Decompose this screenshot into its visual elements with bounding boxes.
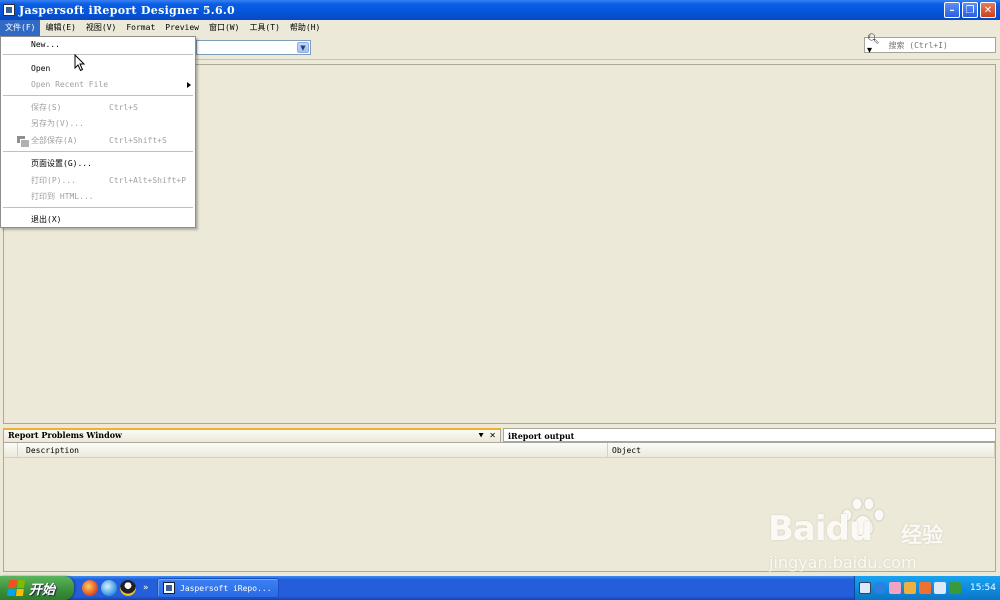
tab-controls: ⯆ ✕: [478, 430, 496, 441]
keyboard-icon[interactable]: [859, 582, 871, 594]
menu-item-label: New...: [31, 40, 60, 49]
speaker-icon[interactable]: [934, 582, 946, 594]
submenu-arrow-icon: [187, 82, 191, 88]
mouse-cursor-icon: [74, 54, 86, 72]
menu-format[interactable]: Format: [121, 20, 160, 36]
menu-edit[interactable]: 编辑(E): [40, 20, 80, 36]
taskbar-window-button[interactable]: Jaspersoft iRepo...: [157, 578, 279, 598]
mail-icon[interactable]: [904, 582, 916, 594]
window-controls: – ❐ ✕: [944, 2, 996, 18]
chevron-right-icon[interactable]: »: [143, 583, 149, 593]
menu-item-shortcut: Ctrl+Alt+Shift+P: [109, 176, 187, 185]
menu-tools[interactable]: 工具(T): [244, 20, 284, 36]
menu-item-label: 全部保存(A): [31, 136, 78, 145]
tab-report-problems-label: Report Problems Window: [8, 430, 122, 440]
column-object[interactable]: Object: [608, 443, 995, 457]
menu-item-label: 打印到 HTML...: [31, 192, 94, 201]
menu-preview[interactable]: Preview: [160, 20, 204, 36]
menu-separator: [3, 54, 193, 55]
menu-separator: [3, 207, 193, 208]
table-header-blank: [4, 443, 18, 457]
chevron-down-icon[interactable]: ▼: [297, 42, 309, 53]
window-title: Jaspersoft iReport Designer 5.6.0: [19, 3, 235, 17]
problems-table-header: Description Object: [4, 443, 995, 458]
bottom-panel-tabs: Report Problems Window ⯆ ✕ iReport outpu…: [3, 428, 996, 442]
menu-item-save-all[interactable]: 全部保存(A) Ctrl+Shift+S: [1, 133, 195, 149]
search-box[interactable]: 🔍︎▾: [864, 34, 996, 56]
ie-browser-icon[interactable]: [101, 580, 117, 596]
menu-item-open[interactable]: Open: [1, 61, 195, 77]
flower-icon[interactable]: [889, 582, 901, 594]
menu-separator: [3, 95, 193, 96]
close-button[interactable]: ✕: [980, 2, 996, 18]
menu-item-label: 打印(P)...: [31, 176, 76, 185]
save-all-icon: [17, 136, 30, 148]
qq-icon[interactable]: [120, 580, 136, 596]
tab-report-problems[interactable]: Report Problems Window ⯆ ✕: [3, 428, 501, 442]
watermark-url: jingyan.baidu.com: [769, 553, 917, 572]
taskbar-window-label: Jaspersoft iRepo...: [180, 583, 272, 593]
menu-file[interactable]: 文件(F): [0, 20, 41, 36]
title-bar[interactable]: Jaspersoft iReport Designer 5.6.0 – ❐ ✕: [0, 0, 1000, 20]
menu-item-print-html[interactable]: 打印到 HTML...: [1, 189, 195, 205]
start-button[interactable]: 开始: [0, 576, 74, 600]
menu-item-print[interactable]: 打印(P)... Ctrl+Alt+Shift+P: [1, 173, 195, 189]
menu-view[interactable]: 视图(V): [81, 20, 121, 36]
menu-item-label: 退出(X): [31, 215, 62, 224]
search-input[interactable]: [888, 40, 995, 50]
minimize-button[interactable]: –: [944, 2, 960, 18]
menu-item-shortcut: Ctrl+Shift+S: [109, 136, 167, 145]
file-menu-dropdown: New... Open Open Recent File 保存(S) Ctrl+…: [0, 36, 196, 228]
menu-item-label: Open: [31, 64, 51, 73]
dropdown-icon[interactable]: ⯆: [478, 430, 484, 441]
watermark-cn: 经验: [901, 523, 943, 547]
menu-item-new[interactable]: New...: [1, 37, 195, 53]
firefox-icon[interactable]: [82, 580, 98, 596]
menu-item-open-recent[interactable]: Open Recent File: [1, 77, 195, 93]
menu-bar: 文件(F) 编辑(E) 视图(V) Format Preview 窗口(W) 工…: [0, 20, 1000, 36]
menu-help[interactable]: 帮助(H): [285, 20, 325, 36]
back-arrow-icon[interactable]: [874, 582, 886, 594]
menu-item-label: Open Recent File: [31, 80, 109, 89]
menu-item-page-setup[interactable]: 页面设置(G)...: [1, 156, 195, 172]
menu-item-label: 另存为(V)...: [31, 119, 84, 128]
app-icon[interactable]: [3, 4, 15, 16]
menu-item-label: 保存(S): [31, 103, 62, 112]
restore-button[interactable]: ❐: [962, 2, 978, 18]
start-label: 开始: [29, 582, 56, 598]
menu-window[interactable]: 窗口(W): [204, 20, 244, 36]
menu-item-save[interactable]: 保存(S) Ctrl+S: [1, 100, 195, 116]
toolbar-combo[interactable]: ▼: [196, 40, 311, 55]
menu-item-save-as[interactable]: 另存为(V)...: [1, 116, 195, 132]
windows-logo-icon: [6, 580, 26, 596]
security-icon[interactable]: [919, 582, 931, 594]
menu-separator: [3, 151, 193, 152]
close-tab-icon[interactable]: ✕: [489, 430, 496, 441]
system-tray: 15:54: [854, 576, 1000, 600]
app-icon: [163, 582, 175, 594]
taskbar: 开始 » Jaspersoft iRepo... 15:54: [0, 576, 1000, 600]
quick-launch: »: [82, 580, 149, 596]
column-description[interactable]: Description: [18, 443, 608, 457]
shield-icon[interactable]: [949, 582, 961, 594]
watermark-brand: Baidu: [768, 509, 873, 549]
menu-item-shortcut: Ctrl+S: [109, 103, 138, 112]
menu-item-label: 页面设置(G)...: [31, 159, 92, 168]
clock: 15:54: [970, 583, 996, 593]
menu-item-exit[interactable]: 退出(X): [1, 212, 195, 228]
search-icon[interactable]: 🔍︎▾: [867, 34, 882, 56]
tab-ireport-output[interactable]: iReport output: [503, 428, 996, 442]
baidu-watermark: Baidu 经验 jingyan.baidu.com: [765, 495, 965, 575]
